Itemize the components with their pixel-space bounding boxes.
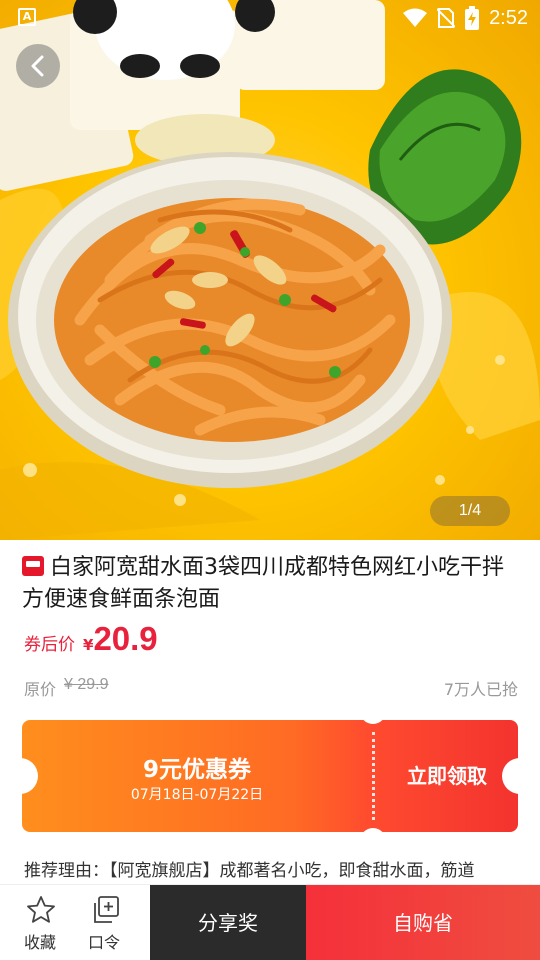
share-reward-button[interactable]: 分享奖 — [150, 885, 306, 960]
product-detail-page: A 2:52 1/4 白家阿宽甜水面3袋四川成都特色网红小吃干拌方便速食鲜面条泡… — [0, 0, 540, 960]
battery-charging-icon — [465, 6, 480, 30]
recommendation-reason: 推荐理由：【阿宽旗舰店】成都著名小吃，即食甜水面，筋道 — [24, 856, 524, 884]
product-image-carousel[interactable]: A 2:52 1/4 — [0, 0, 540, 540]
coupon-price-label: 券后价 — [24, 635, 75, 655]
reason-text: 【阿宽旗舰店】成都著名小吃，即食甜水面，筋道 — [109, 861, 475, 881]
original-price-row: 原价 ¥ 29.9 7万人已抢 — [24, 676, 518, 702]
coupon-divider — [372, 732, 375, 820]
coupon-amount: 9元优惠券 — [142, 757, 251, 783]
password-button[interactable]: 口令 — [68, 885, 140, 960]
tmall-icon — [22, 556, 44, 576]
wifi-icon — [403, 8, 428, 27]
noodle-bowl-photo — [0, 0, 540, 540]
no-sim-icon — [437, 8, 456, 28]
chevron-left-icon — [31, 55, 44, 77]
password-label: 口令 — [87, 933, 120, 952]
coupon-card[interactable]: 9元优惠券 07月18日-07月22日 立即领取 — [22, 720, 518, 832]
status-bar: A 2:52 — [0, 0, 540, 36]
image-page-indicator: 1/4 — [430, 496, 510, 526]
favorite-label: 收藏 — [23, 933, 56, 952]
original-price-label: 原价 — [24, 680, 57, 699]
status-time: 2:52 — [489, 6, 528, 29]
product-title-text: 白家阿宽甜水面3袋四川成都特色网红小吃干拌方便速食鲜面条泡面 — [22, 555, 504, 612]
original-price: ¥ 29.9 — [64, 676, 109, 693]
app-notification-icon: A — [18, 8, 36, 26]
star-icon — [27, 896, 55, 923]
copy-plus-icon — [94, 896, 119, 923]
product-title: 白家阿宽甜水面3袋四川成都特色网红小吃干拌方便速食鲜面条泡面 — [22, 552, 522, 616]
coupon-info: 9元优惠券 07月18日-07月22日 — [22, 720, 372, 832]
coupon-price: 20.9 — [93, 620, 158, 657]
price-currency: ¥ — [83, 636, 94, 654]
sold-count: 7万人已抢 — [443, 680, 518, 699]
price-row: 券后价 ¥ 20.9 — [24, 620, 158, 664]
favorite-button[interactable]: 收藏 — [4, 885, 76, 960]
back-button[interactable] — [16, 44, 60, 88]
reason-label: 推荐理由： — [24, 861, 109, 881]
claim-coupon-button[interactable]: 立即领取 — [376, 720, 518, 832]
bottom-action-bar: 收藏 口令 分享奖 自购省 — [0, 884, 540, 960]
self-buy-button[interactable]: 自购省 — [306, 885, 540, 960]
coupon-validity: 07月18日-07月22日 — [130, 787, 264, 803]
